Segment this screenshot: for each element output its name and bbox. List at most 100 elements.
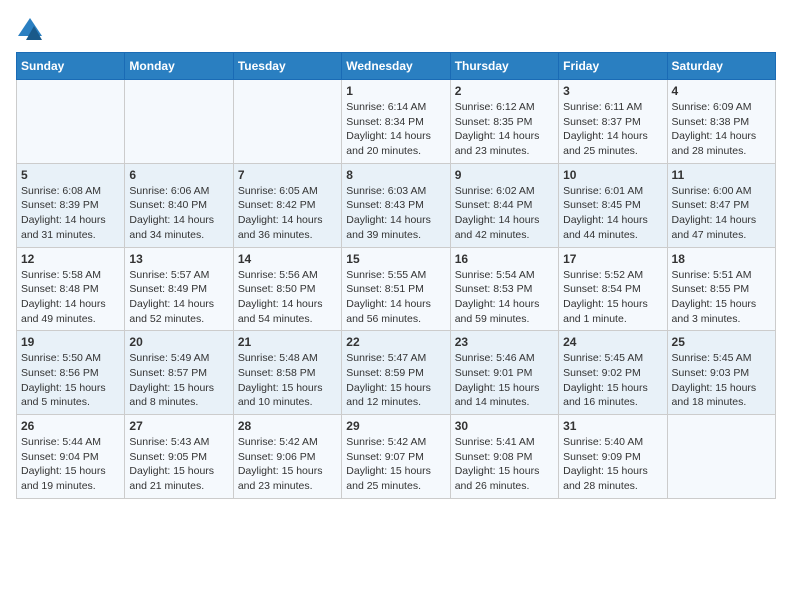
day-number: 29 [346,419,445,433]
day-info: Sunrise: 5:56 AM Sunset: 8:50 PM Dayligh… [238,268,337,327]
day-number: 11 [672,168,771,182]
day-info: Sunrise: 5:42 AM Sunset: 9:06 PM Dayligh… [238,435,337,494]
day-info: Sunrise: 5:57 AM Sunset: 8:49 PM Dayligh… [129,268,228,327]
calendar-cell: 24 Sunrise: 5:45 AM Sunset: 9:02 PM Dayli… [559,331,667,415]
logo-icon [16,16,44,44]
day-number: 3 [563,84,662,98]
calendar-cell: 29 Sunrise: 5:42 AM Sunset: 9:07 PM Dayli… [342,415,450,499]
calendar-cell: 11 Sunrise: 6:00 AM Sunset: 8:47 PM Dayli… [667,163,775,247]
day-number: 12 [21,252,120,266]
calendar-cell: 27Sunrise: 5:43 AM Sunset: 9:05 PM Dayli… [125,415,233,499]
day-header-thursday: Thursday [450,53,558,80]
day-info: Sunrise: 5:50 AM Sunset: 8:56 PM Dayligh… [21,351,120,410]
week-row-1: 1 Sunrise: 6:14 AM Sunset: 8:34 PM Daylig… [17,80,776,164]
day-number: 4 [672,84,771,98]
calendar-cell: 15 Sunrise: 5:55 AM Sunset: 8:51 PM Dayli… [342,247,450,331]
calendar-cell [125,80,233,164]
calendar-cell: 19 Sunrise: 5:50 AM Sunset: 8:56 PM Dayli… [17,331,125,415]
day-number: 19 [21,335,120,349]
day-info: Sunrise: 5:41 AM Sunset: 9:08 PM Dayligh… [455,435,554,494]
day-header-friday: Friday [559,53,667,80]
calendar-cell: 13 Sunrise: 5:57 AM Sunset: 8:49 PM Dayli… [125,247,233,331]
calendar-cell: 8 Sunrise: 6:03 AM Sunset: 8:43 PM Daylig… [342,163,450,247]
day-number: 24 [563,335,662,349]
calendar-cell: 26Sunrise: 5:44 AM Sunset: 9:04 PM Dayli… [17,415,125,499]
page-header [16,16,776,44]
day-info: Sunrise: 5:58 AM Sunset: 8:48 PM Dayligh… [21,268,120,327]
day-info: Sunrise: 6:14 AM Sunset: 8:34 PM Dayligh… [346,100,445,159]
day-number: 28 [238,419,337,433]
calendar-cell: 5 Sunrise: 6:08 AM Sunset: 8:39 PM Daylig… [17,163,125,247]
day-info: Sunrise: 6:12 AM Sunset: 8:35 PM Dayligh… [455,100,554,159]
week-row-4: 19 Sunrise: 5:50 AM Sunset: 8:56 PM Dayli… [17,331,776,415]
day-info: Sunrise: 6:02 AM Sunset: 8:44 PM Dayligh… [455,184,554,243]
day-info: Sunrise: 6:03 AM Sunset: 8:43 PM Dayligh… [346,184,445,243]
calendar-cell: 18 Sunrise: 5:51 AM Sunset: 8:55 PM Dayli… [667,247,775,331]
day-info: Sunrise: 6:09 AM Sunset: 8:38 PM Dayligh… [672,100,771,159]
calendar-cell: 25 Sunrise: 5:45 AM Sunset: 9:03 PM Dayli… [667,331,775,415]
day-info: Sunrise: 5:40 AM Sunset: 9:09 PM Dayligh… [563,435,662,494]
calendar-table: SundayMondayTuesdayWednesdayThursdayFrid… [16,52,776,499]
week-row-3: 12 Sunrise: 5:58 AM Sunset: 8:48 PM Dayli… [17,247,776,331]
calendar-cell: 3 Sunrise: 6:11 AM Sunset: 8:37 PM Daylig… [559,80,667,164]
day-number: 17 [563,252,662,266]
day-header-sunday: Sunday [17,53,125,80]
calendar-cell: 16Sunrise: 5:54 AM Sunset: 8:53 PM Dayli… [450,247,558,331]
day-info: Sunrise: 5:52 AM Sunset: 8:54 PM Dayligh… [563,268,662,327]
calendar-cell: 30 Sunrise: 5:41 AM Sunset: 9:08 PM Dayli… [450,415,558,499]
day-info: Sunrise: 5:55 AM Sunset: 8:51 PM Dayligh… [346,268,445,327]
calendar-cell [17,80,125,164]
day-number: 2 [455,84,554,98]
day-number: 25 [672,335,771,349]
day-info: Sunrise: 5:45 AM Sunset: 9:02 PM Dayligh… [563,351,662,410]
day-info: Sunrise: 5:51 AM Sunset: 8:55 PM Dayligh… [672,268,771,327]
calendar-cell: 28 Sunrise: 5:42 AM Sunset: 9:06 PM Dayli… [233,415,341,499]
calendar-cell [667,415,775,499]
day-info: Sunrise: 5:45 AM Sunset: 9:03 PM Dayligh… [672,351,771,410]
day-number: 31 [563,419,662,433]
day-header-wednesday: Wednesday [342,53,450,80]
day-info: Sunrise: 5:46 AM Sunset: 9:01 PM Dayligh… [455,351,554,410]
day-info: Sunrise: 6:06 AM Sunset: 8:40 PM Dayligh… [129,184,228,243]
calendar-cell: 20 Sunrise: 5:49 AM Sunset: 8:57 PM Dayli… [125,331,233,415]
calendar-cell: 10 Sunrise: 6:01 AM Sunset: 8:45 PM Dayli… [559,163,667,247]
calendar-cell: 1 Sunrise: 6:14 AM Sunset: 8:34 PM Daylig… [342,80,450,164]
day-info: Sunrise: 5:42 AM Sunset: 9:07 PM Dayligh… [346,435,445,494]
day-info: Sunrise: 5:47 AM Sunset: 8:59 PM Dayligh… [346,351,445,410]
logo [16,16,48,44]
day-info: Sunrise: 6:01 AM Sunset: 8:45 PM Dayligh… [563,184,662,243]
calendar-cell: 14 Sunrise: 5:56 AM Sunset: 8:50 PM Dayli… [233,247,341,331]
day-number: 1 [346,84,445,98]
calendar-cell: 21Sunrise: 5:48 AM Sunset: 8:58 PM Dayli… [233,331,341,415]
day-info: Sunrise: 6:00 AM Sunset: 8:47 PM Dayligh… [672,184,771,243]
day-info: Sunrise: 6:05 AM Sunset: 8:42 PM Dayligh… [238,184,337,243]
day-info: Sunrise: 5:48 AM Sunset: 8:58 PM Dayligh… [238,351,337,410]
day-info: Sunrise: 6:11 AM Sunset: 8:37 PM Dayligh… [563,100,662,159]
day-number: 13 [129,252,228,266]
day-number: 8 [346,168,445,182]
calendar-cell: 17 Sunrise: 5:52 AM Sunset: 8:54 PM Dayli… [559,247,667,331]
day-number: 23 [455,335,554,349]
day-number: 7 [238,168,337,182]
day-number: 5 [21,168,120,182]
calendar-cell: 4 Sunrise: 6:09 AM Sunset: 8:38 PM Daylig… [667,80,775,164]
day-number: 30 [455,419,554,433]
day-header-tuesday: Tuesday [233,53,341,80]
calendar-cell: 2 Sunrise: 6:12 AM Sunset: 8:35 PM Daylig… [450,80,558,164]
calendar-cell: 12 Sunrise: 5:58 AM Sunset: 8:48 PM Dayli… [17,247,125,331]
day-number: 18 [672,252,771,266]
day-number: 15 [346,252,445,266]
day-number: 14 [238,252,337,266]
calendar-cell: 22Sunrise: 5:47 AM Sunset: 8:59 PM Dayli… [342,331,450,415]
calendar-cell: 31 Sunrise: 5:40 AM Sunset: 9:09 PM Dayli… [559,415,667,499]
day-header-monday: Monday [125,53,233,80]
days-header-row: SundayMondayTuesdayWednesdayThursdayFrid… [17,53,776,80]
calendar-cell: 9 Sunrise: 6:02 AM Sunset: 8:44 PM Daylig… [450,163,558,247]
day-number: 10 [563,168,662,182]
day-info: Sunrise: 5:49 AM Sunset: 8:57 PM Dayligh… [129,351,228,410]
day-info: Sunrise: 6:08 AM Sunset: 8:39 PM Dayligh… [21,184,120,243]
day-number: 9 [455,168,554,182]
day-number: 16 [455,252,554,266]
day-number: 20 [129,335,228,349]
week-row-5: 26Sunrise: 5:44 AM Sunset: 9:04 PM Dayli… [17,415,776,499]
